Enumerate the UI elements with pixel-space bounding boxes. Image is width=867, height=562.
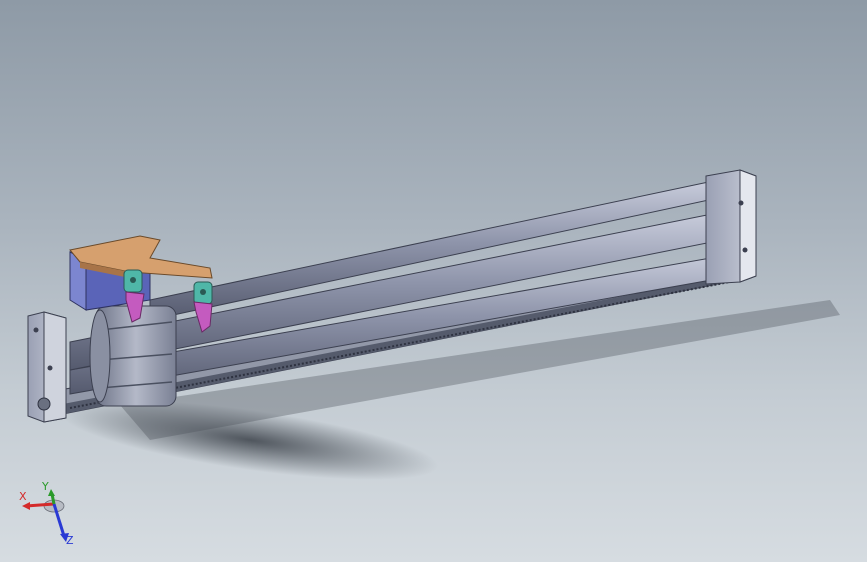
model-scene[interactable] [0, 0, 867, 562]
right-end-plate[interactable] [705, 169, 757, 285]
x-axis-arrow [25, 502, 55, 508]
x-axis-label: X [19, 490, 27, 503]
y-axis-label: Y [41, 480, 49, 493]
z-axis-label: Z [66, 534, 74, 547]
coordinate-triad: X Y Z [19, 480, 74, 547]
graphics-viewport[interactable]: X Y Z [0, 0, 867, 562]
left-end-plate[interactable] [27, 311, 67, 423]
